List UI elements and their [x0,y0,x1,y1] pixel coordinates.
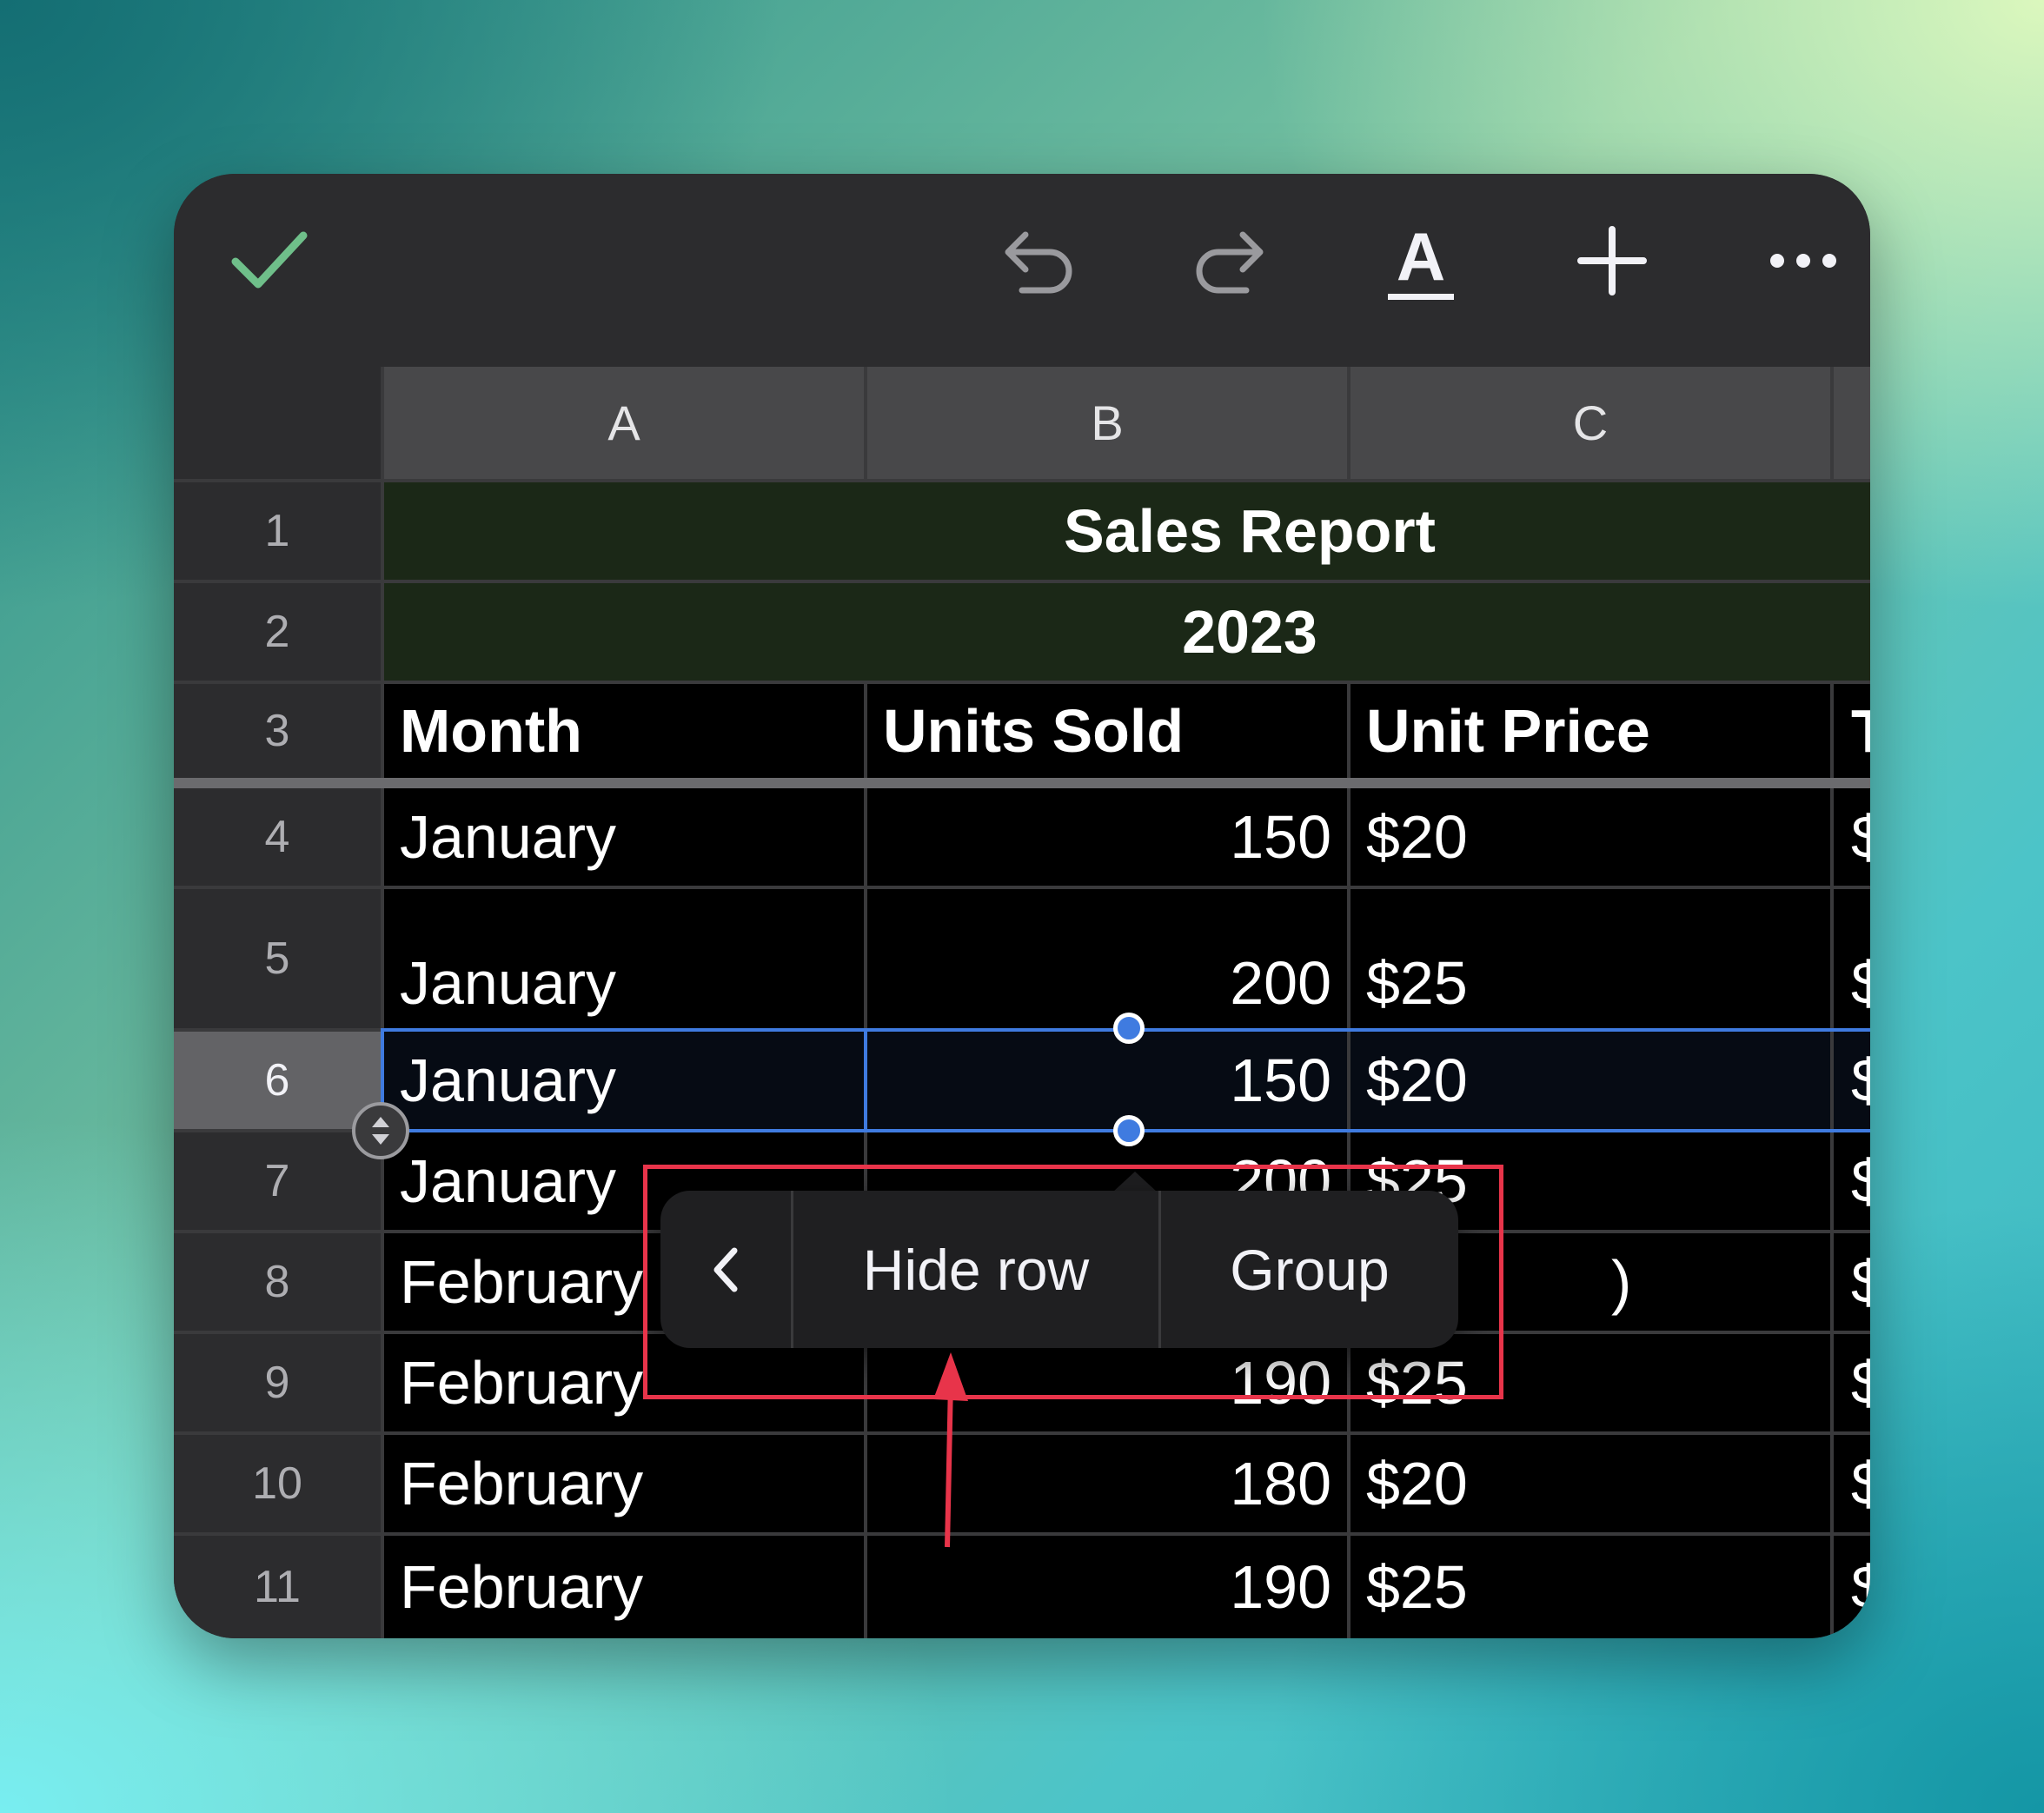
cell-a11[interactable]: February [384,1536,864,1638]
cell-d11[interactable]: $ [1834,1536,1870,1638]
cell-c11[interactable]: $25 [1350,1536,1830,1638]
column-header-b[interactable]: B [867,367,1347,479]
row-header-3[interactable]: 3 [174,684,381,778]
checkmark-icon [231,231,308,289]
row-header-8[interactable]: 8 [174,1233,381,1331]
selection-handle-bottom[interactable] [1113,1115,1145,1146]
annotation-arrow-icon [933,1352,968,1548]
cell-a5[interactable]: January [384,889,864,1028]
row-header-2[interactable]: 2 [174,583,381,681]
format-underline [1388,293,1454,300]
row-header-6[interactable]: 6 [174,1032,381,1129]
cell-d8[interactable]: $ [1834,1233,1870,1331]
annotation-highlight-box [643,1165,1503,1399]
format-button[interactable]: A [1356,209,1486,313]
cell-b6[interactable]: 150 [867,1032,1347,1129]
toolbar: A [174,174,1870,367]
header-units-sold[interactable]: Units Sold [867,684,1347,778]
row-header-11[interactable]: 11 [174,1536,381,1638]
frozen-row-divider [174,778,1870,788]
plus-icon [1577,226,1647,296]
row-header-9[interactable]: 9 [174,1334,381,1431]
undo-icon [1005,231,1072,294]
cell-c10[interactable]: $20 [1350,1435,1830,1532]
spreadsheet-grid: A B C 1 2 3 4 5 6 7 8 9 10 11 Sales Repo… [174,367,1870,1638]
column-header-c[interactable]: C [1350,367,1830,479]
column-header-d[interactable] [1834,367,1870,479]
column-header-a[interactable]: A [384,367,864,479]
select-all-corner[interactable] [174,367,381,479]
year-cell[interactable]: 2023 [384,583,1870,681]
header-total[interactable]: T [1834,684,1870,778]
selection-handle-top[interactable] [1113,1013,1145,1044]
redo-icon [1196,231,1264,294]
row-header-5[interactable]: 5 [174,889,381,1028]
cell-c4[interactable]: $20 [1350,788,1830,886]
row-resize-handle[interactable] [352,1102,409,1159]
ellipsis-icon [1770,254,1836,268]
cell-b5[interactable]: 200 [867,889,1347,1028]
format-icon: A [1396,217,1446,295]
cell-a6[interactable]: January [384,1032,864,1129]
row-header-7[interactable]: 7 [174,1132,381,1230]
header-month[interactable]: Month [384,684,864,778]
cell-d5[interactable]: $ [1834,889,1870,1028]
cell-d7[interactable]: $ [1834,1132,1870,1230]
spreadsheet-window: A A B C 1 2 3 4 5 6 7 8 9 10 11 Sales Re… [174,174,1870,1638]
cell-d10[interactable]: $ [1834,1435,1870,1532]
add-button[interactable] [1547,209,1677,313]
cell-d9[interactable]: $ [1834,1334,1870,1431]
more-button[interactable] [1738,209,1868,313]
row-header-10[interactable]: 10 [174,1435,381,1532]
row-header-1[interactable]: 1 [174,482,381,580]
resize-arrows-icon [372,1117,389,1145]
cell-a4[interactable]: January [384,788,864,886]
cell-d4[interactable]: $ [1834,788,1870,886]
undo-button[interactable] [973,213,1104,309]
cell-b4[interactable]: 150 [867,788,1347,886]
cell-a10[interactable]: February [384,1435,864,1532]
title-cell[interactable]: Sales Report [384,482,1870,580]
selection-cell-divider [864,1028,867,1132]
row-header-4[interactable]: 4 [174,788,381,886]
redo-button[interactable] [1165,213,1295,309]
cell-c5[interactable]: $25 [1350,889,1830,1028]
header-unit-price[interactable]: Unit Price [1350,684,1830,778]
done-button[interactable] [217,209,322,313]
cell-d6[interactable]: $ [1834,1032,1870,1129]
cell-c6[interactable]: $20 [1350,1032,1830,1129]
